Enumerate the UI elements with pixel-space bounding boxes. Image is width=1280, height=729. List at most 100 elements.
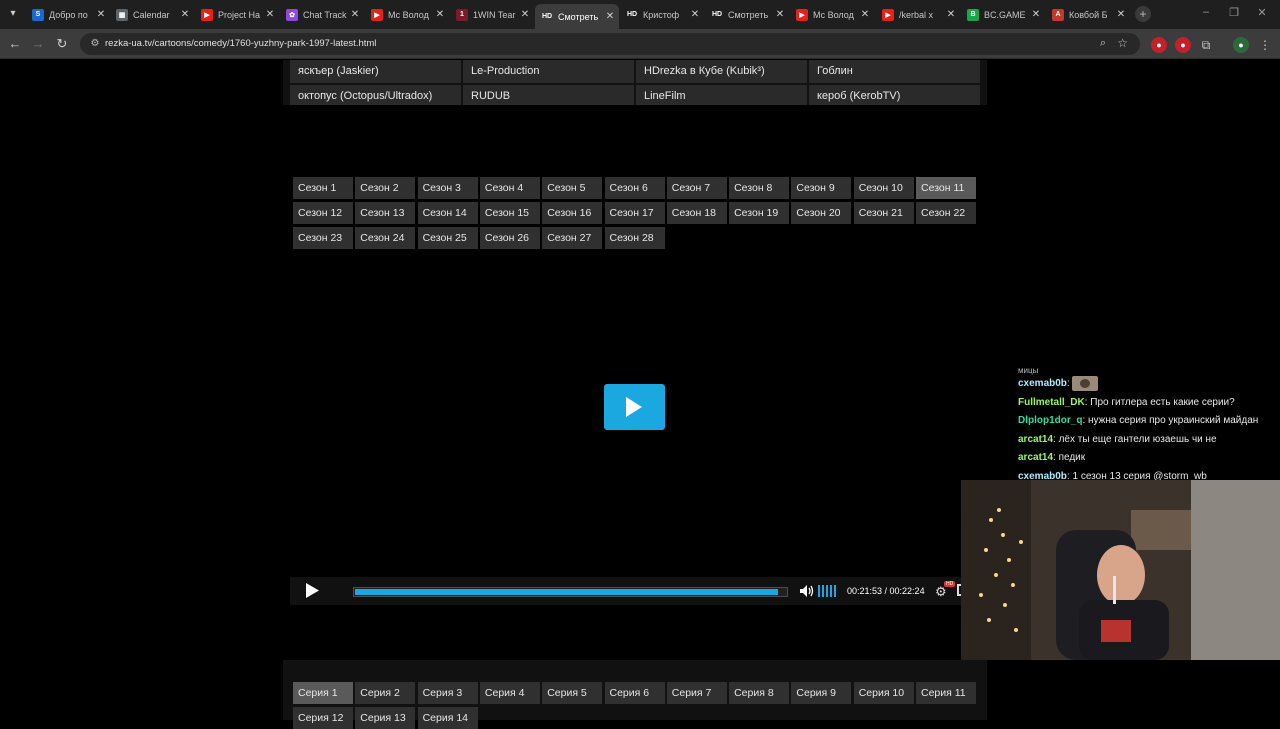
browser-tab[interactable]: 1 1WIN Tear ✕ xyxy=(450,4,534,25)
season-button[interactable]: Сезон 15 xyxy=(479,202,540,224)
season-button[interactable]: Сезон 19 xyxy=(729,202,790,224)
chat-username[interactable]: Dlplop1dor_q xyxy=(1018,415,1082,426)
progress-bar[interactable] xyxy=(353,587,788,597)
close-tab-icon[interactable]: ✕ xyxy=(435,9,445,20)
season-button[interactable]: Сезон 13 xyxy=(355,202,416,224)
episode-button[interactable]: Серия 9 xyxy=(791,682,852,704)
season-button[interactable]: Сезон 11 xyxy=(916,177,976,199)
close-tab-icon[interactable]: ✕ xyxy=(1031,9,1041,20)
chat-username[interactable]: Fullmetall_DK xyxy=(1018,397,1085,408)
season-button[interactable]: Сезон 8 xyxy=(729,177,790,199)
season-button[interactable]: Сезон 18 xyxy=(666,202,727,224)
season-button[interactable]: Сезон 17 xyxy=(604,202,665,224)
big-play-button[interactable] xyxy=(604,384,665,430)
new-tab-button[interactable]: + xyxy=(1135,6,1151,22)
extensions-puzzle-icon[interactable]: ⧉ xyxy=(1198,37,1214,53)
browser-tab[interactable]: ▶ Мс Волод ✕ xyxy=(790,4,874,25)
browser-tab[interactable]: B BC.GAME ✕ xyxy=(961,4,1045,25)
season-button[interactable]: Сезон 1 xyxy=(293,177,353,199)
extension-icon-1[interactable]: ● xyxy=(1151,37,1167,53)
season-button[interactable]: Сезон 25 xyxy=(417,227,478,249)
season-button[interactable]: Сезон 2 xyxy=(355,177,416,199)
browser-tab[interactable]: ▶ Project Ha ✕ xyxy=(195,4,279,25)
minimize-icon[interactable]: – xyxy=(1196,6,1216,18)
address-bar[interactable]: ⚙ rezka-ua.tv/cartoons/comedy/1760-yuzhn… xyxy=(80,33,1140,55)
episode-button[interactable]: Серия 8 xyxy=(729,682,790,704)
episode-button[interactable]: Серия 14 xyxy=(417,707,478,729)
episode-button[interactable]: Серия 2 xyxy=(355,682,416,704)
zoom-icon[interactable]: ⌕ xyxy=(1100,37,1106,50)
translator-item[interactable]: яскъер (Jaskier) xyxy=(290,60,461,83)
episode-button[interactable]: Серия 6 xyxy=(604,682,665,704)
season-button[interactable]: Сезон 4 xyxy=(479,177,540,199)
season-button[interactable]: Сезон 23 xyxy=(293,227,353,249)
episode-button[interactable]: Серия 3 xyxy=(417,682,478,704)
season-button[interactable]: Сезон 20 xyxy=(791,202,852,224)
season-button[interactable]: Сезон 24 xyxy=(355,227,416,249)
season-button[interactable]: Сезон 27 xyxy=(542,227,603,249)
season-button[interactable]: Сезон 21 xyxy=(853,202,914,224)
browser-tab[interactable]: HD Смотреть ✕ xyxy=(705,4,789,25)
season-button[interactable]: Сезон 28 xyxy=(604,227,665,249)
browser-tab[interactable]: HD Кристоф ✕ xyxy=(620,4,704,25)
close-tab-icon[interactable]: ✕ xyxy=(860,9,870,20)
episode-button[interactable]: Серия 7 xyxy=(666,682,727,704)
season-button[interactable]: Сезон 3 xyxy=(417,177,478,199)
close-tab-icon[interactable]: ✕ xyxy=(265,9,275,20)
play-control-icon[interactable] xyxy=(306,583,319,598)
translator-item[interactable]: Гоблин xyxy=(809,60,980,83)
close-tab-icon[interactable]: ✕ xyxy=(605,11,615,22)
browser-tab[interactable]: HD Смотреть ✕ xyxy=(535,4,619,29)
season-button[interactable]: Сезон 16 xyxy=(542,202,603,224)
browser-tab[interactable]: ▦ Calendar ✕ xyxy=(110,4,194,25)
episode-button[interactable]: Серия 12 xyxy=(293,707,353,729)
close-tab-icon[interactable]: ✕ xyxy=(350,9,360,20)
episode-button[interactable]: Серия 11 xyxy=(916,682,976,704)
season-button[interactable]: Сезон 5 xyxy=(542,177,603,199)
episode-button[interactable]: Серия 5 xyxy=(542,682,603,704)
episode-button[interactable]: Серия 10 xyxy=(853,682,914,704)
season-button[interactable]: Сезон 7 xyxy=(666,177,727,199)
close-tab-icon[interactable]: ✕ xyxy=(1116,9,1126,20)
season-button[interactable]: Сезон 26 xyxy=(479,227,540,249)
season-button[interactable]: Сезон 6 xyxy=(604,177,665,199)
episode-button[interactable]: Серия 4 xyxy=(479,682,540,704)
season-button[interactable]: Сезон 22 xyxy=(916,202,976,224)
back-icon[interactable]: ← xyxy=(7,36,23,52)
close-tab-icon[interactable]: ✕ xyxy=(96,9,106,20)
browser-tab[interactable]: ✿ Chat Track ✕ xyxy=(280,4,364,25)
browser-menu-icon[interactable]: ⋮ xyxy=(1257,37,1273,53)
profile-avatar[interactable]: ● xyxy=(1233,37,1249,53)
forward-icon[interactable]: → xyxy=(30,36,46,52)
close-tab-icon[interactable]: ✕ xyxy=(180,9,190,20)
maximize-icon[interactable]: ❐ xyxy=(1224,6,1244,19)
chat-username[interactable]: arcat14 xyxy=(1018,434,1053,445)
season-button[interactable]: Сезон 9 xyxy=(791,177,852,199)
browser-tab[interactable]: ▶ Мс Волод ✕ xyxy=(365,4,449,25)
browser-tab[interactable]: ▶ /kerbal x ✕ xyxy=(876,4,960,25)
close-tab-icon[interactable]: ✕ xyxy=(946,9,956,20)
close-tab-icon[interactable]: ✕ xyxy=(520,9,530,20)
reload-icon[interactable]: ↻ xyxy=(54,36,70,52)
chat-username[interactable]: arcat14 xyxy=(1018,452,1053,463)
url-text[interactable]: rezka-ua.tv/cartoons/comedy/1760-yuzhny-… xyxy=(105,38,376,49)
site-info-icon[interactable]: ⚙ xyxy=(88,37,102,51)
close-window-icon[interactable]: ✕ xyxy=(1252,6,1272,19)
volume-slider[interactable] xyxy=(818,585,838,597)
translator-item[interactable]: Le-Production xyxy=(463,60,634,83)
chat-username[interactable]: cxemab0b xyxy=(1018,378,1067,389)
extension-icon-2[interactable]: ● xyxy=(1175,37,1191,53)
season-button[interactable]: Сезон 14 xyxy=(417,202,478,224)
browser-tab[interactable]: A Ковбой Б ✕ xyxy=(1046,4,1130,25)
close-tab-icon[interactable]: ✕ xyxy=(775,9,785,20)
browser-tab[interactable]: S Добро по ✕ xyxy=(26,4,110,25)
translator-item[interactable]: HDrezka в Кубе (Kubik³) xyxy=(636,60,807,83)
episode-button[interactable]: Серия 13 xyxy=(355,707,416,729)
episode-button[interactable]: Серия 1 xyxy=(293,682,353,704)
tab-search-button[interactable]: ▾ xyxy=(4,5,22,23)
close-tab-icon[interactable]: ✕ xyxy=(690,9,700,20)
bookmark-star-icon[interactable]: ☆ xyxy=(1117,36,1128,50)
season-button[interactable]: Сезон 12 xyxy=(293,202,353,224)
volume-icon[interactable] xyxy=(800,585,814,597)
season-button[interactable]: Сезон 10 xyxy=(853,177,914,199)
